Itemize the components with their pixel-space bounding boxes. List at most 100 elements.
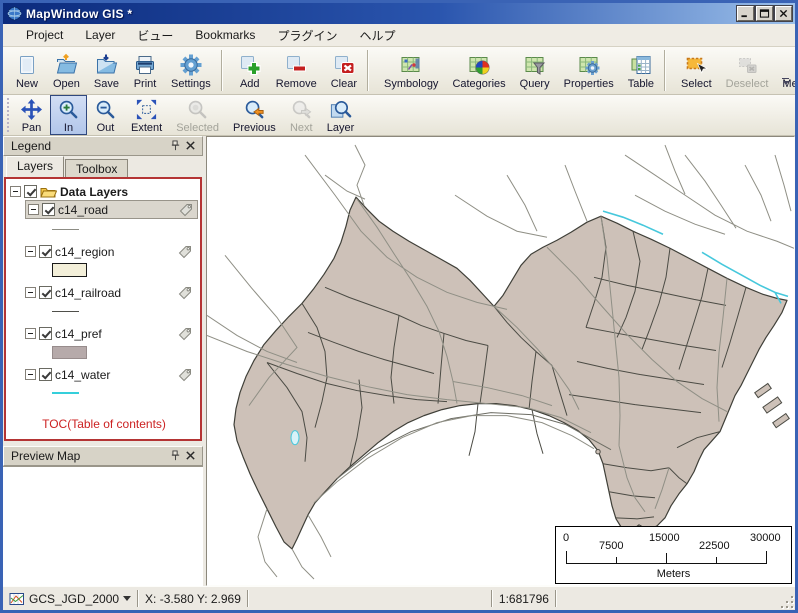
remove-layer-button[interactable]: Remove — [269, 47, 324, 94]
gear-icon — [179, 53, 203, 77]
close-icon — [778, 9, 789, 18]
legend-panel: Legend Layers Toolbox Data Layers — [3, 136, 203, 442]
legend-close-button[interactable] — [183, 139, 198, 153]
menu-help[interactable]: ヘルプ — [348, 24, 406, 47]
collapse-icon[interactable] — [25, 328, 36, 339]
close-button[interactable] — [775, 6, 792, 21]
select-button[interactable]: Select — [674, 47, 719, 94]
tree-item-data-layers[interactable]: Data Layers — [10, 183, 198, 200]
save-icon — [94, 53, 118, 77]
menu-view[interactable]: ビュー — [126, 24, 184, 47]
tree-item-c14-road[interactable]: c14_road — [25, 200, 198, 219]
scale-tick-label: 7500 — [599, 540, 623, 552]
zoom-selected-button[interactable]: Selected — [169, 95, 226, 135]
toc-annotation: TOC(Table of contents) — [10, 417, 198, 431]
clear-icon — [332, 53, 356, 77]
toolbar-grip[interactable] — [6, 98, 11, 132]
new-button[interactable]: New — [8, 47, 46, 94]
layer-toolbar-group: Add Remove Clear — [231, 47, 364, 94]
layer-group-checkbox[interactable] — [24, 185, 37, 198]
tag-icon[interactable] — [178, 245, 192, 259]
projection-selector[interactable]: GCS_JGD_2000 — [3, 587, 137, 610]
projection-label: GCS_JGD_2000 — [29, 592, 119, 606]
preview-close-button[interactable] — [183, 449, 198, 463]
folder-icon — [40, 185, 57, 198]
preview-pin-button[interactable] — [168, 449, 183, 463]
symbology-button[interactable]: Symbology — [377, 47, 445, 94]
legend-tree: Data Layers c14_road c14_region — [4, 177, 202, 441]
layer-checkbox[interactable] — [39, 245, 52, 258]
save-button[interactable]: Save — [87, 47, 126, 94]
pin-icon — [170, 139, 181, 154]
properties-icon — [577, 53, 601, 77]
select-icon — [684, 53, 708, 77]
zoom-extent-button[interactable]: Extent — [124, 95, 169, 135]
zoom-in-button[interactable]: In — [50, 95, 87, 135]
layer-checkbox[interactable] — [42, 203, 55, 216]
tag-icon[interactable] — [178, 286, 192, 300]
categories-button[interactable]: Categories — [445, 47, 512, 94]
pin-icon — [170, 449, 181, 464]
toolbar-overflow-button[interactable] — [780, 78, 791, 88]
yokohama-docks — [755, 384, 790, 428]
tag-icon[interactable] — [178, 368, 192, 382]
zoom-layer-button[interactable]: Layer — [320, 95, 362, 135]
resize-grip[interactable] — [780, 595, 795, 610]
tab-toolbox[interactable]: Toolbox — [65, 159, 128, 177]
tree-item-c14-pref[interactable]: c14_pref — [25, 325, 198, 342]
pan-arrows-icon — [20, 98, 43, 121]
collapse-icon[interactable] — [28, 204, 39, 215]
query-button[interactable]: Query — [513, 47, 557, 94]
open-button[interactable]: Open — [46, 47, 87, 94]
zoom-in-icon — [57, 98, 80, 121]
tag-icon[interactable] — [178, 327, 192, 341]
layer-checkbox[interactable] — [39, 327, 52, 340]
menu-bookmarks[interactable]: Bookmarks — [184, 25, 266, 45]
maximize-button[interactable] — [756, 6, 773, 21]
collapse-icon[interactable] — [25, 287, 36, 298]
main-toolbar: New Open Save Print Settings Add Remove … — [3, 47, 795, 95]
tree-item-c14-railroad[interactable]: c14_railroad — [25, 284, 198, 301]
scale-tick-label: 0 — [563, 532, 569, 544]
add-layer-button[interactable]: Add — [231, 47, 269, 94]
chevron-down-icon — [783, 81, 789, 88]
table-button[interactable]: Table — [621, 47, 661, 94]
tree-item-c14-water[interactable]: c14_water — [25, 366, 198, 383]
minimize-button[interactable] — [737, 6, 754, 21]
clear-layers-button[interactable]: Clear — [324, 47, 364, 94]
maximize-icon — [759, 9, 770, 18]
preview-map-canvas[interactable] — [3, 466, 203, 586]
tag-icon[interactable] — [179, 203, 193, 217]
map-canvas[interactable]: 0 7500 15000 22500 30000 Meters — [206, 136, 795, 586]
kanagawa-map — [207, 137, 794, 585]
map-scale-readout: 1:681796 — [493, 587, 555, 610]
menu-plugins[interactable]: プラグイン — [266, 24, 348, 47]
layer-label: c14_pref — [55, 327, 102, 341]
zoom-next-button[interactable]: Next — [283, 95, 320, 135]
zoom-out-button[interactable]: Out — [87, 95, 124, 135]
layer-checkbox[interactable] — [39, 368, 52, 381]
print-button[interactable]: Print — [126, 47, 164, 94]
legend-pin-button[interactable] — [168, 139, 183, 153]
zoom-previous-button[interactable]: Previous — [226, 95, 283, 135]
tree-item-c14-region[interactable]: c14_region — [25, 243, 198, 260]
categories-icon — [467, 53, 491, 77]
collapse-icon[interactable] — [10, 186, 21, 197]
symbol-c14-region — [52, 260, 198, 280]
symbol-c14-water — [52, 383, 198, 403]
menu-project[interactable]: Project — [15, 25, 74, 45]
collapse-icon[interactable] — [25, 246, 36, 257]
toolbar-separator — [664, 50, 666, 91]
collapse-icon[interactable] — [25, 369, 36, 380]
tab-layers[interactable]: Layers — [6, 156, 64, 177]
scale-tick-label: 30000 — [750, 532, 781, 544]
pan-button[interactable]: Pan — [13, 95, 50, 135]
deselect-button[interactable]: Deselect — [719, 47, 776, 94]
properties-button[interactable]: Properties — [557, 47, 621, 94]
settings-button[interactable]: Settings — [164, 47, 218, 94]
legend-tabs: Layers Toolbox — [3, 156, 203, 177]
toolbar-separator — [367, 50, 369, 91]
add-icon — [238, 53, 262, 77]
layer-checkbox[interactable] — [39, 286, 52, 299]
menu-layer[interactable]: Layer — [74, 25, 126, 45]
